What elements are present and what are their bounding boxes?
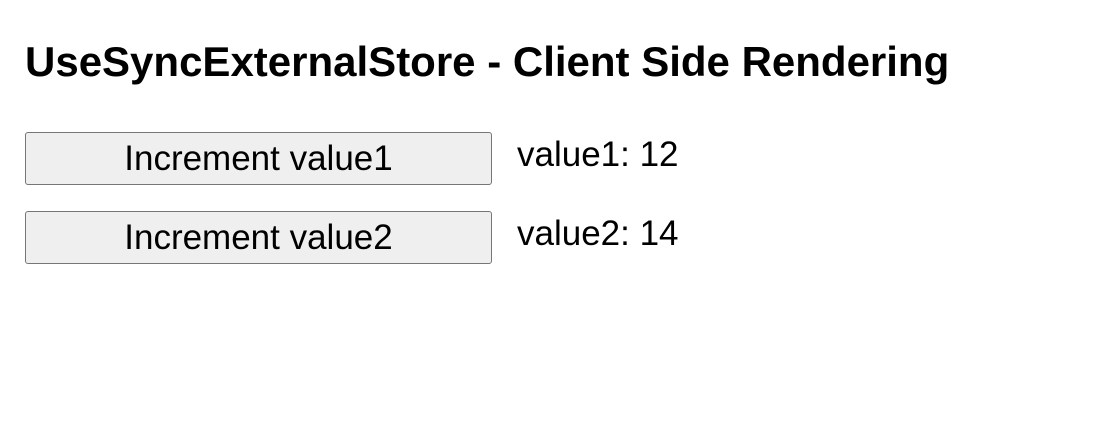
increment-value1-button[interactable]: Increment value1 (25, 132, 492, 185)
increment-value2-button[interactable]: Increment value2 (25, 211, 492, 264)
value1-display: value1: 12 (517, 135, 679, 174)
value2-display: value2: 14 (517, 214, 679, 253)
page-title: UseSyncExternalStore - Client Side Rende… (25, 38, 950, 85)
counter-row-value1: Increment value1 value1: 12 (25, 132, 925, 186)
counter-row-value2: Increment value2 value2: 14 (25, 211, 925, 265)
